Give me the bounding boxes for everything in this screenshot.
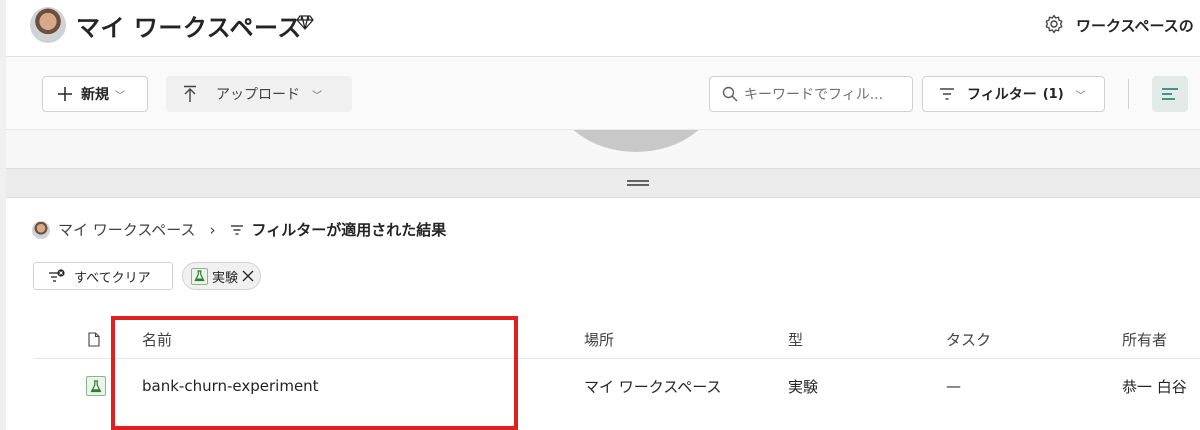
workspace-title: マイ ワークスペース — [76, 14, 302, 42]
table-header: 名前 場所 型 タスク 所有者 — [34, 321, 1200, 359]
pane-splitter[interactable] — [6, 168, 1200, 198]
chevron-down-icon: ﹀ — [115, 90, 125, 102]
drag-handle-icon[interactable] — [627, 180, 649, 186]
row-task: — — [946, 377, 961, 395]
filter-button-label: フィルター — [967, 87, 1037, 103]
chevron-down-icon: ﹀ — [312, 90, 322, 102]
flask-icon — [191, 267, 208, 285]
decorative-circle — [550, 130, 722, 152]
row-type: 実験 — [788, 377, 819, 396]
keyword-filter-input[interactable]: キーワードでフィル... — [709, 76, 913, 112]
breadcrumb: マイ ワークスペース › フィルターが適用された結果 — [32, 219, 446, 240]
row-location: マイ ワークスペース — [584, 377, 722, 396]
filter-chip-experiment[interactable]: 実験 — [182, 262, 262, 290]
diamond-icon[interactable] — [296, 13, 314, 31]
breadcrumb-workspace[interactable]: マイ ワークスペース — [58, 219, 196, 240]
search-placeholder: キーワードでフィル... — [744, 87, 884, 103]
workspace-header: マイ ワークスペース ワークスペースの — [6, 0, 1200, 57]
gear-icon[interactable] — [1044, 14, 1064, 34]
avatar — [32, 220, 50, 239]
workspace-avatar — [30, 7, 66, 43]
table-row[interactable]: bank-churn-experiment マイ ワークスペース 実験 — 恭一… — [34, 360, 1200, 412]
page: マイ ワークスペース ワークスペースの 新規 ﹀ アップロード ﹀ キーワードで… — [0, 0, 1200, 430]
column-header-location[interactable]: 場所 — [584, 321, 614, 358]
workspace-settings-link[interactable]: ワークスペースの — [1076, 15, 1194, 36]
upload-arrow-icon — [184, 85, 196, 102]
clear-filter-icon — [49, 269, 65, 282]
search-icon — [722, 86, 738, 102]
view-toggle-button[interactable] — [1152, 76, 1188, 112]
upload-button[interactable]: アップロード ﹀ — [166, 76, 352, 112]
plus-icon — [58, 87, 72, 101]
new-button-label: 新規 — [81, 87, 109, 103]
flask-icon — [86, 376, 106, 396]
chevron-right-icon: › — [209, 220, 216, 239]
clear-all-filters-button[interactable]: すべてクリア — [33, 262, 173, 290]
column-header-name[interactable]: 名前 — [142, 321, 172, 358]
new-button[interactable]: 新規 ﹀ — [42, 76, 148, 112]
row-owner: 恭一 白谷 — [1122, 377, 1187, 396]
document-icon — [88, 332, 100, 347]
file-type-column-header[interactable] — [88, 321, 100, 358]
row-type-cell — [86, 360, 106, 412]
filter-icon — [940, 88, 954, 100]
toolbar-divider — [1128, 79, 1129, 109]
filter-count: (1) — [1042, 86, 1064, 102]
filter-icon — [230, 224, 243, 235]
upload-button-label: アップロード — [216, 87, 300, 103]
filter-chip-label: 実験 — [212, 270, 239, 286]
chevron-down-icon: ﹀ — [1075, 90, 1086, 102]
lineage-preview-area — [6, 130, 1200, 168]
column-header-task[interactable]: タスク — [946, 321, 991, 358]
column-header-owner[interactable]: 所有者 — [1122, 321, 1167, 358]
row-name-link[interactable]: bank-churn-experiment — [142, 360, 319, 412]
column-header-type[interactable]: 型 — [788, 321, 803, 358]
close-icon[interactable] — [242, 270, 254, 282]
clear-all-label: すべてクリア — [74, 270, 151, 286]
filter-button[interactable]: フィルター (1) ﹀ — [922, 76, 1105, 112]
breadcrumb-filtered-result: フィルターが適用された結果 — [251, 221, 447, 239]
toolbar: 新規 ﹀ アップロード ﹀ キーワードでフィル... フィルター (1) ﹀ — [6, 57, 1200, 130]
filtered-results-pane: マイ ワークスペース › フィルターが適用された結果 すべてクリア 実験 名前 … — [6, 198, 1200, 430]
list-view-icon — [1162, 88, 1178, 100]
